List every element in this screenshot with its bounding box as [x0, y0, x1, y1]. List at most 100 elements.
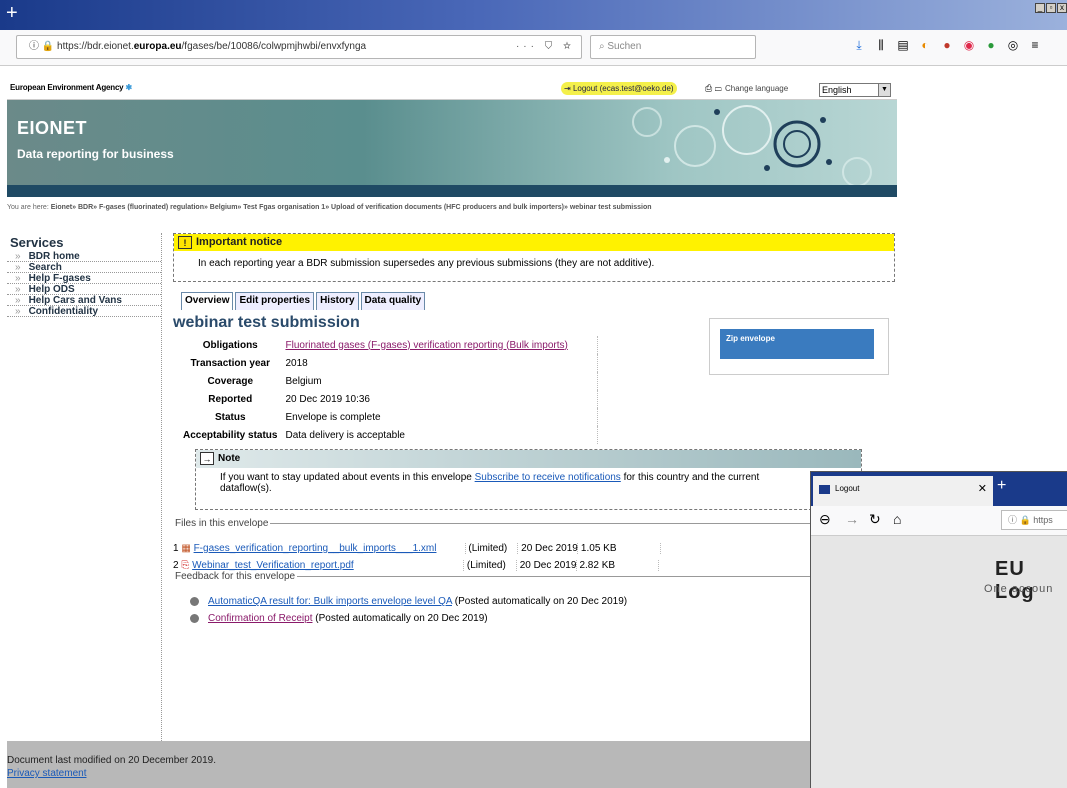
- tab-edit-properties[interactable]: Edit properties: [235, 292, 315, 310]
- close-icon[interactable]: x: [1057, 3, 1067, 13]
- brand-tagline: Data reporting for business: [17, 147, 174, 161]
- reader-icon[interactable]: ▤: [896, 38, 910, 53]
- prop-value: Data delivery is acceptable: [281, 426, 598, 444]
- footer: Document last modified on 20 December 20…: [7, 741, 897, 788]
- back-icon[interactable]: ⊖: [819, 511, 831, 528]
- services-title: Services: [10, 235, 64, 250]
- extension-mask-icon[interactable]: ◎: [1006, 38, 1020, 53]
- change-language-label: Change language: [725, 84, 789, 93]
- prop-label: Reported: [208, 393, 253, 405]
- prop-label: Status: [214, 411, 246, 423]
- search-input[interactable]: ⌕ Suchen: [590, 35, 756, 59]
- arrow-right-icon: →: [200, 451, 214, 465]
- extension-pocket-icon[interactable]: ◉: [962, 38, 976, 53]
- web-page: European Environment Agency ✱ ⇥ Logout (…: [7, 78, 897, 788]
- new-tab-button[interactable]: +: [6, 2, 18, 24]
- tab-history[interactable]: History: [316, 292, 359, 310]
- last-modified: Document last modified on 20 December 20…: [7, 755, 217, 766]
- file-size: 2.82 KB: [579, 560, 660, 571]
- home-icon[interactable]: ⌂: [893, 511, 901, 527]
- chevron-down-icon: ▼: [878, 84, 890, 96]
- sidebar-item-help-fgases[interactable]: » Help F-gases: [7, 274, 161, 284]
- feedback-link[interactable]: AutomaticQA result for: Bulk imports env…: [208, 596, 452, 607]
- minimize-icon[interactable]: _: [1035, 3, 1045, 13]
- language-select[interactable]: English ▼: [819, 83, 891, 97]
- url-bar[interactable]: ⓘ 🔒 https://bdr.eionet.europa.eu/fgases/…: [16, 35, 582, 59]
- services-sidebar: Services » BDR home » Search » Help F-gases…: [7, 233, 162, 741]
- prop-row: Status Envelope is complete: [179, 408, 598, 426]
- file-size: 1.05 KB: [581, 543, 661, 554]
- obligation-link[interactable]: Fluorinated gases (F-gases) verification…: [285, 340, 567, 351]
- logout-icon: ⇥: [564, 84, 571, 93]
- page-actions-icon[interactable]: ··· ⛉ ☆: [516, 36, 575, 58]
- close-icon[interactable]: ✕: [978, 476, 987, 502]
- tab-data-quality[interactable]: Data quality: [360, 292, 426, 310]
- brand-title[interactable]: EIONET: [17, 118, 87, 139]
- popup-tab[interactable]: Logout ✕: [813, 476, 993, 506]
- file-link[interactable]: F-gases_verification_reporting__bulk_imp…: [194, 543, 437, 554]
- download-icon[interactable]: ⤓: [852, 38, 866, 53]
- library-icon[interactable]: ⫼: [874, 38, 888, 53]
- lock-icon: 🔒: [41, 41, 55, 52]
- sidebar-item-search[interactable]: » Search: [7, 263, 161, 273]
- sidebar-item-bdr-home[interactable]: » BDR home: [7, 252, 161, 262]
- info-icon[interactable]: ⓘ: [29, 41, 39, 52]
- chevron-right-icon: »: [15, 251, 21, 262]
- toolbar-icons: ⤓ ⫼ ▤ ◐ ● ◉ ● ◎ ≡: [852, 38, 1042, 53]
- file-date: 20 Dec 2019: [521, 543, 579, 554]
- note-header: → Note: [196, 450, 861, 468]
- forward-icon[interactable]: →: [845, 511, 859, 527]
- file-link[interactable]: Webinar_test_Verification_report.pdf: [192, 560, 354, 571]
- prop-value: Envelope is complete: [281, 408, 598, 426]
- envelope-properties: Obligations Fluorinated gases (F-gases) v…: [179, 336, 598, 444]
- eionet-banner: EIONET Data reporting for business: [7, 100, 897, 185]
- sidebar-item-help-cars-vans[interactable]: » Help Cars and Vans: [7, 296, 161, 306]
- popup-url-bar[interactable]: ⓘ 🔒 https: [1001, 510, 1067, 530]
- top-strip: European Environment Agency ✱ ⇥ Logout (…: [7, 78, 897, 100]
- chevron-right-icon: »: [15, 284, 21, 295]
- chevron-right-icon: »: [15, 295, 21, 306]
- breadcrumb-trail[interactable]: Eionet» BDR» F-gases (fluorinated) regul…: [51, 204, 652, 211]
- prop-value: Belgium: [281, 372, 598, 390]
- files-fieldset: Files in this envelope 1 ▦ F-gases_verif…: [173, 518, 813, 571]
- extension-green-icon[interactable]: ●: [984, 38, 998, 53]
- search-placeholder: Suchen: [607, 41, 642, 52]
- envelope-tabs: Overview Edit properties History Data qu…: [181, 292, 426, 310]
- file-row: 1 ▦ F-gases_verification_reporting__bulk…: [173, 543, 661, 559]
- logout-popup-window: Logout ✕ + ⊖ → ↻ ⌂ ⓘ 🔒 https EU Log One a…: [810, 471, 1067, 788]
- menu-icon[interactable]: ≡: [1028, 38, 1042, 53]
- url-text: https://bdr.eionet.europa.eu/fgases/be/1…: [57, 41, 367, 52]
- warning-icon: !: [178, 235, 192, 249]
- important-notice: ! Important notice In each reporting year…: [173, 233, 895, 282]
- print-icon[interactable]: ⎙ ▭: [705, 83, 722, 94]
- subscribe-link[interactable]: Subscribe to receive notifications: [475, 472, 621, 483]
- extension-red-icon[interactable]: ●: [940, 38, 954, 53]
- zip-envelope-button[interactable]: Zip envelope: [720, 329, 874, 359]
- feedback-icon: [190, 613, 199, 623]
- extension-orange-icon[interactable]: ◐: [918, 38, 932, 53]
- files-legend: Files in this envelope: [175, 518, 269, 529]
- feedback-link[interactable]: Confirmation of Receipt: [208, 613, 313, 624]
- file-index: 2: [173, 560, 179, 571]
- agency-link[interactable]: European Environment Agency ✱: [10, 83, 132, 92]
- notice-text: In each reporting year a BDR submission …: [198, 258, 655, 269]
- new-tab-button[interactable]: +: [997, 477, 1006, 495]
- breadcrumb: You are here: Eionet» BDR» F-gases (fluo…: [7, 204, 652, 211]
- popup-subheading: One accoun: [984, 583, 1054, 595]
- logout-link[interactable]: ⇥ Logout (ecas.test@oeko.de): [561, 82, 677, 95]
- prop-value: 2018: [281, 354, 598, 372]
- feedback-fieldset: Feedback for this envelope AutomaticQA r…: [173, 571, 813, 626]
- prop-label: Obligations: [202, 339, 258, 351]
- feedback-icon: [190, 596, 199, 606]
- chevron-right-icon: »: [15, 273, 21, 284]
- sidebar-item-help-ods[interactable]: » Help ODS: [7, 285, 161, 295]
- zip-panel: Zip envelope: [709, 318, 889, 375]
- tab-overview[interactable]: Overview: [181, 292, 234, 310]
- browser-tab-bar: + _ ▫ x: [0, 0, 1067, 30]
- privacy-link[interactable]: Privacy statement: [7, 768, 86, 779]
- reload-icon[interactable]: ↻: [869, 511, 881, 528]
- sidebar-item-confidentiality[interactable]: » Confidentiality: [7, 307, 161, 317]
- popup-heading: EU Log: [995, 558, 1035, 603]
- maximize-icon[interactable]: ▫: [1046, 3, 1056, 13]
- prop-label: Acceptability status: [183, 429, 278, 441]
